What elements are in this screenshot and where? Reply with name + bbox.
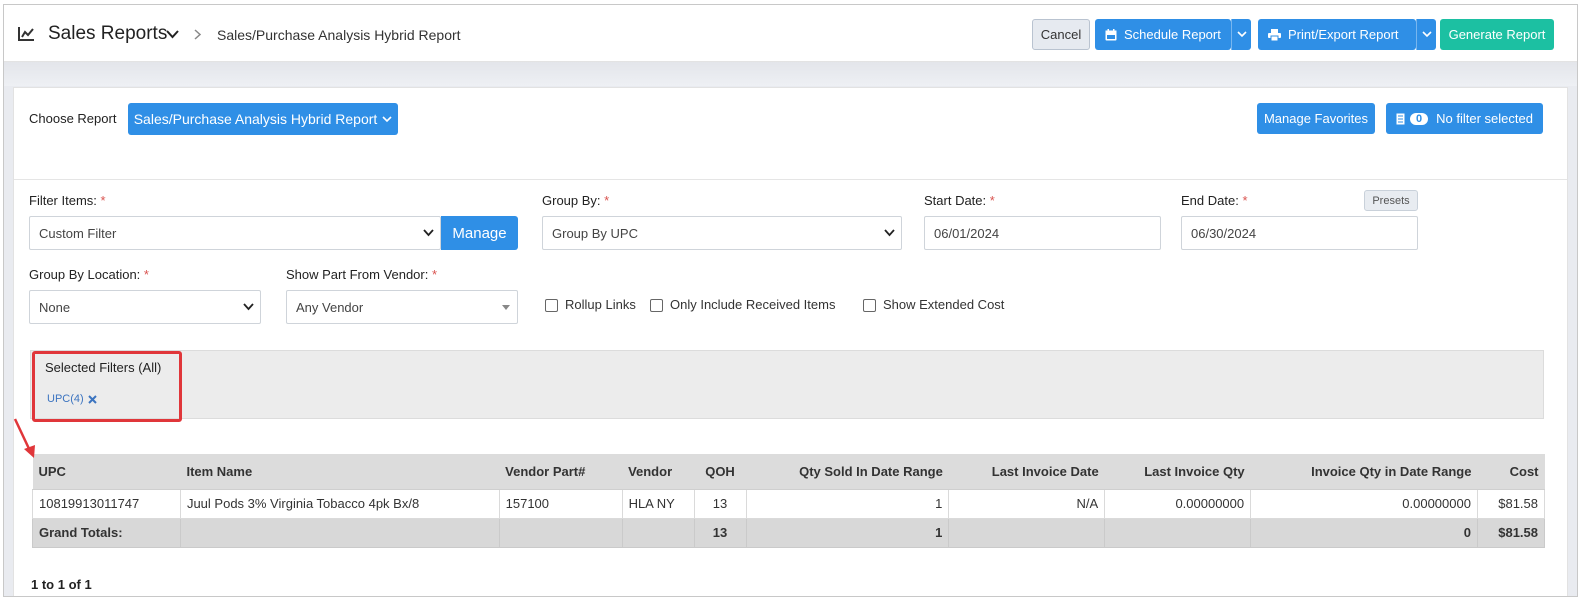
cell-last-invoice-date: N/A [948, 488, 1106, 519]
report-panel: Choose Report Sales/Purchase Analysis Hy… [13, 87, 1568, 596]
cell-qoh: 13 [693, 488, 747, 519]
col-invoice-qty-range[interactable]: Invoice Qty in Date Range [1250, 454, 1478, 490]
filter-items-value: Custom Filter [39, 225, 117, 241]
chevron-down-icon[interactable] [166, 29, 179, 39]
only-received-checkbox[interactable] [650, 299, 663, 312]
show-part-vendor-label: Show Part From Vendor: * [286, 267, 438, 282]
document-icon [1396, 113, 1405, 124]
top-bar: Sales Reports Sales/Purchase Analysis Hy… [4, 5, 1577, 62]
calendar-icon [1105, 28, 1117, 40]
start-date-input[interactable]: 06/01/2024 [924, 216, 1161, 250]
printer-icon [1268, 28, 1281, 41]
cell-cost: $81.58 [1476, 488, 1546, 519]
grand-totals-row: Grand Totals: 13 1 0 $81.58 [32, 517, 1546, 548]
group-by-location-label: Group By Location: * [29, 267, 149, 282]
print-export-button[interactable]: Print/Export Report [1258, 19, 1416, 50]
cancel-button[interactable]: Cancel [1032, 19, 1090, 50]
manage-favorites-button[interactable]: Manage Favorites [1257, 103, 1375, 134]
show-extended-cost-checkbox[interactable] [863, 299, 876, 312]
col-vendor[interactable]: Vendor [622, 454, 695, 490]
selected-filters-panel [30, 350, 1544, 419]
filter-items-select[interactable]: Custom Filter [29, 216, 441, 250]
rollup-links-checkbox[interactable] [545, 299, 558, 312]
cell-item-name: Juul Pods 3% Virginia Tobacco 4pk Bx/8 [179, 488, 500, 519]
cell-qty-sold: 1 [745, 488, 950, 519]
generate-report-button[interactable]: Generate Report [1440, 19, 1554, 50]
header-gradient [4, 62, 1577, 86]
group-by-location-select[interactable]: None [29, 290, 261, 324]
totals-invoice-qty-range: 0 [1250, 517, 1478, 548]
cell-vendor-part: 157100 [498, 488, 623, 519]
cell-upc: 10819913011747 [32, 488, 181, 519]
only-received-label[interactable]: Only Include Received Items [670, 297, 835, 312]
chevron-down-icon [1236, 31, 1247, 38]
table-header-row: UPC Item Name Vendor Part# Vendor QOH Qt… [32, 454, 1545, 490]
report-window: Sales Reports Sales/Purchase Analysis Hy… [3, 4, 1578, 597]
filter-count-badge: 0 [1410, 112, 1429, 125]
end-date-label: End Date: * [1181, 193, 1248, 208]
totals-cell [179, 517, 500, 548]
chevron-down-icon [884, 229, 895, 237]
filter-status-button[interactable]: 0 No filter selected [1386, 103, 1543, 134]
end-date-input[interactable]: 06/30/2024 [1181, 216, 1418, 250]
col-item-name[interactable]: Item Name [180, 454, 500, 490]
totals-label: Grand Totals: [32, 517, 181, 548]
report-table: UPC Item Name Vendor Part# Vendor QOH Qt… [32, 454, 1546, 548]
vendor-select[interactable]: Any Vendor [286, 290, 518, 324]
vendor-value: Any Vendor [296, 299, 364, 315]
schedule-report-label: Schedule Report [1124, 27, 1221, 42]
cell-vendor: HLA NY [621, 488, 695, 519]
cell-invoice-qty-range: 0.00000000 [1250, 488, 1478, 519]
totals-qoh: 13 [693, 517, 747, 548]
col-cost[interactable]: Cost [1477, 454, 1545, 490]
choose-report-label: Choose Report [29, 111, 117, 126]
caret-down-icon [502, 305, 510, 310]
divider [14, 179, 1567, 180]
filter-status-label: No filter selected [1436, 111, 1533, 126]
group-by-value: Group By UPC [552, 225, 638, 241]
selected-report-label: Sales/Purchase Analysis Hybrid Report [133, 111, 378, 127]
col-vendor-part[interactable]: Vendor Part# [499, 454, 623, 490]
col-last-invoice-qty[interactable]: Last Invoice Qty [1104, 454, 1251, 490]
chevron-down-icon [423, 229, 434, 237]
group-by-select[interactable]: Group By UPC [542, 216, 902, 250]
page-title[interactable]: Sales Reports [48, 23, 167, 45]
chevron-down-icon [243, 303, 254, 311]
line-chart-icon [18, 27, 34, 41]
print-export-dropdown[interactable] [1416, 19, 1436, 50]
chevron-down-icon [382, 115, 392, 122]
col-upc[interactable]: UPC [32, 454, 181, 490]
cell-last-invoice-qty: 0.00000000 [1104, 488, 1252, 519]
col-last-invoice-date[interactable]: Last Invoice Date [948, 454, 1105, 490]
print-export-label: Print/Export Report [1288, 27, 1399, 42]
group-by-location-value: None [39, 299, 71, 315]
group-by-label: Group By: * [542, 193, 610, 208]
totals-cell [498, 517, 623, 548]
show-extended-cost-label[interactable]: Show Extended Cost [883, 297, 1004, 312]
col-qoh[interactable]: QOH [694, 454, 747, 490]
col-qty-sold[interactable]: Qty Sold In Date Range [746, 454, 949, 490]
chevron-down-icon [1421, 31, 1432, 38]
choose-report-dropdown[interactable]: Sales/Purchase Analysis Hybrid Report [128, 103, 398, 135]
totals-qty-sold: 1 [745, 517, 950, 548]
annotation-arrow-icon [13, 418, 35, 458]
rollup-links-label[interactable]: Rollup Links [565, 297, 636, 312]
schedule-report-button[interactable]: Schedule Report [1095, 19, 1231, 50]
pagination-summary: 1 to 1 of 1 [31, 577, 92, 592]
manage-filter-button[interactable]: Manage [441, 216, 518, 250]
breadcrumb: Sales/Purchase Analysis Hybrid Report [217, 27, 461, 43]
filter-items-label: Filter Items: * [29, 193, 106, 208]
totals-cost: $81.58 [1476, 517, 1546, 548]
totals-cell [1104, 517, 1252, 548]
table-row[interactable]: 10819913011747 Juul Pods 3% Virginia Tob… [32, 488, 1546, 519]
schedule-report-dropdown[interactable] [1231, 19, 1251, 50]
chevron-right-icon [194, 29, 202, 40]
totals-cell [948, 517, 1106, 548]
annotation-highlight-box [32, 351, 182, 422]
presets-button[interactable]: Presets [1364, 190, 1418, 211]
start-date-label: Start Date: * [924, 193, 995, 208]
totals-cell [621, 517, 695, 548]
